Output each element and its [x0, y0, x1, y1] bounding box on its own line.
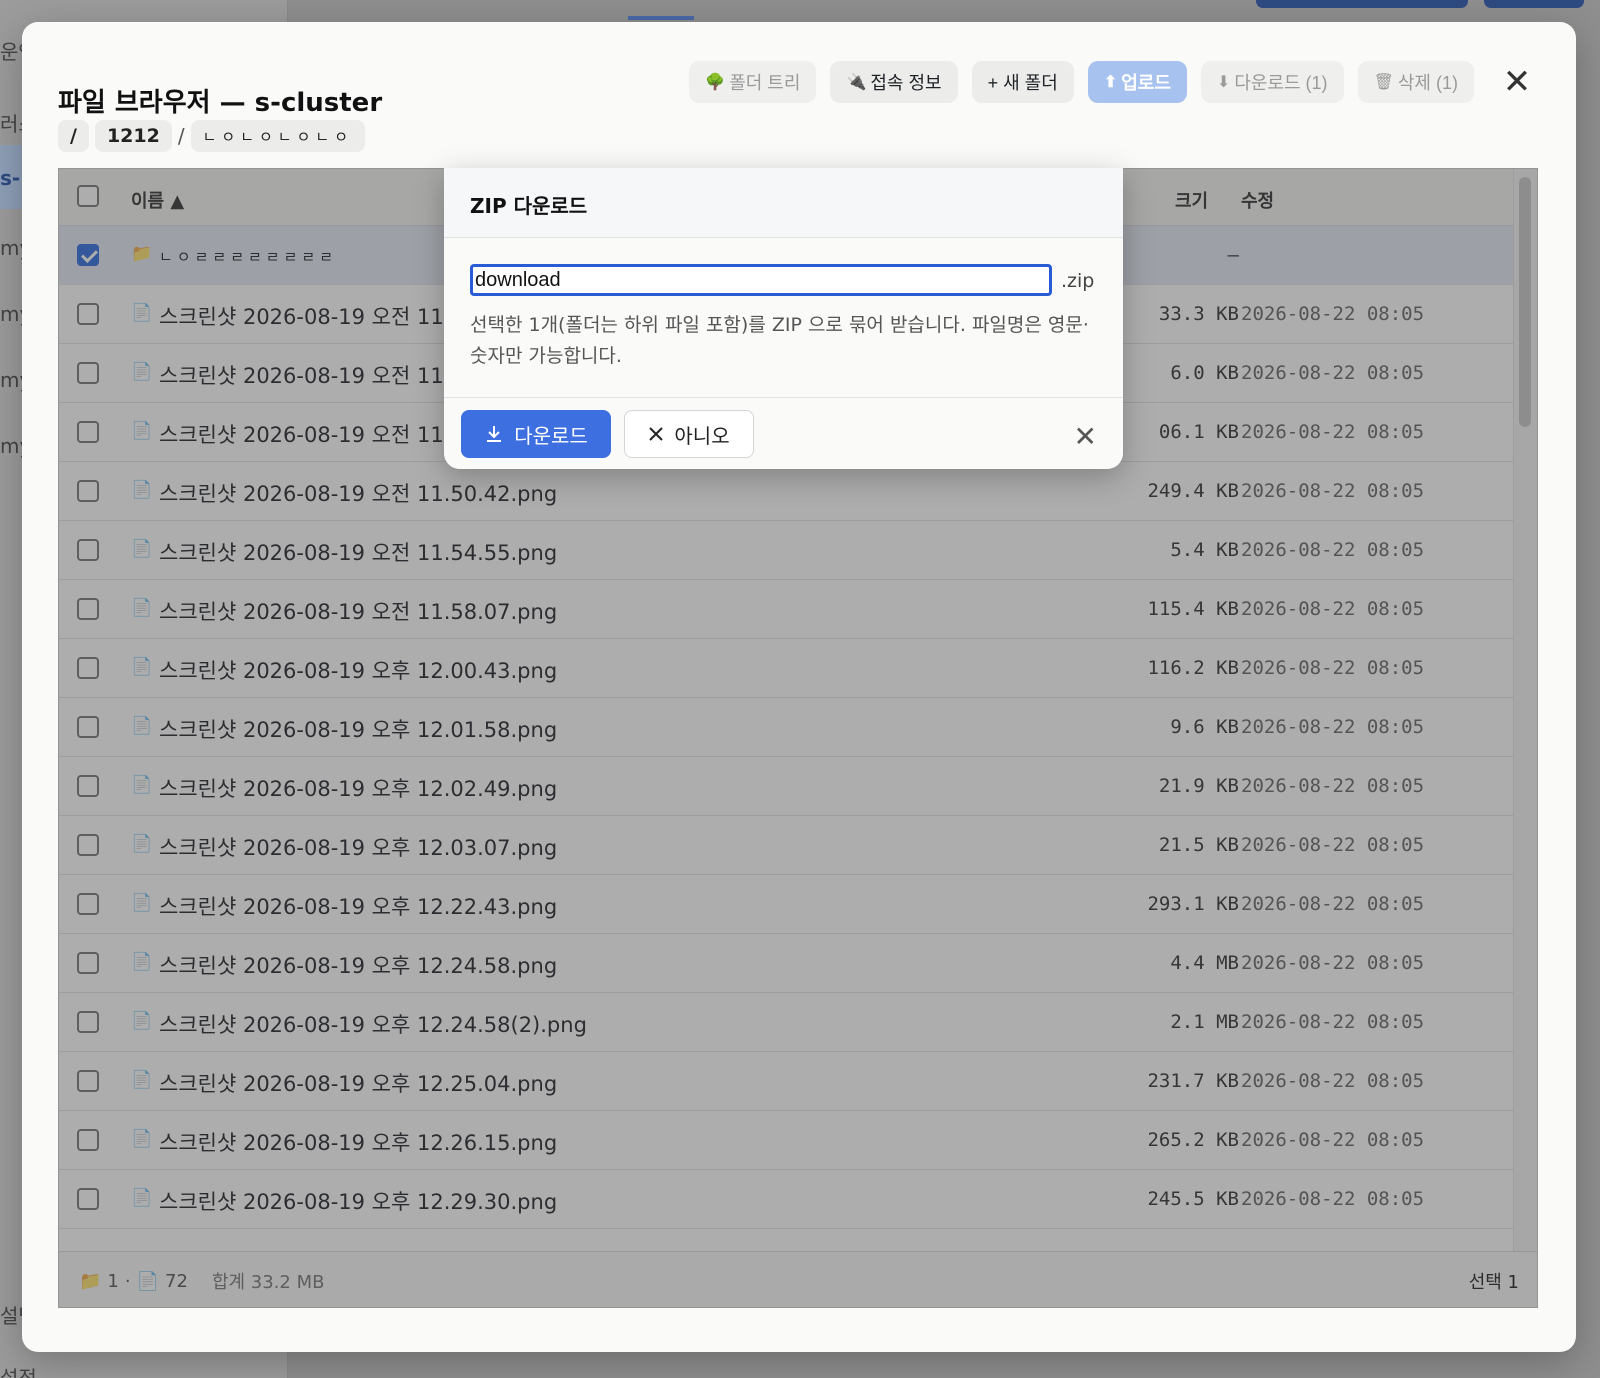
trash-icon: 🗑 — [1373, 74, 1394, 91]
zip-download-dialog: ZIP 다운로드 .zip 선택한 1개(폴더는 하위 파일 포함)를 ZIP … — [444, 168, 1123, 469]
folder-tree-button[interactable]: 🌳 폴더 트리 — [689, 61, 817, 103]
new-folder-button[interactable]: + 새 폴더 — [971, 61, 1074, 103]
background-sidebar-text: 설정 — [0, 1366, 37, 1378]
breadcrumb-separator: / — [177, 124, 185, 148]
toolbar: 🌳 폴더 트리 🔌 접속 정보 + 새 폴더 ⬆ 업로드 ⬇ 다운로드 (1) … — [689, 60, 1536, 104]
upload-arrow-icon: ⬆ — [1103, 74, 1118, 91]
download-arrow-icon: ⬇ — [1216, 74, 1231, 91]
download-icon — [487, 426, 502, 442]
delete-button[interactable]: 🗑 삭제 (1) — [1357, 61, 1474, 103]
background-top-button — [1484, 0, 1584, 8]
close-icon — [649, 427, 664, 441]
dialog-description: 선택한 1개(폴더는 하위 파일 포함)를 ZIP 으로 묶어 받습니다. 파일… — [470, 314, 1089, 367]
background-sidebar-text: s- — [0, 166, 21, 190]
download-button[interactable]: ⬇ 다운로드 (1) — [1200, 61, 1344, 103]
plug-icon: 🔌 — [846, 74, 867, 91]
dialog-header: ZIP 다운로드 — [444, 168, 1123, 238]
dialog-footer: 다운로드 아니오 ✕ — [444, 397, 1123, 469]
confirm-download-label: 다운로드 — [514, 425, 588, 448]
close-icon[interactable]: ✕ — [1498, 61, 1536, 103]
background-top-button — [1256, 0, 1468, 8]
modal-title: 파일 브라우저 — s-cluster — [58, 88, 383, 118]
upload-label: 업로드 — [1121, 73, 1171, 93]
zip-filename-input[interactable] — [470, 264, 1052, 296]
zip-extension-label: .zip — [1061, 270, 1095, 292]
upload-button[interactable]: ⬆ 업로드 — [1087, 61, 1187, 103]
confirm-download-button[interactable]: 다운로드 — [461, 410, 611, 458]
connection-info-label: 접속 정보 — [870, 73, 942, 93]
breadcrumb: / 1212 / ㄴㅇㄴㅇㄴㅇㄴㅇ — [58, 120, 365, 152]
new-folder-label: + 새 폴더 — [987, 73, 1058, 93]
dialog-close-icon[interactable]: ✕ — [1074, 420, 1097, 453]
background-tab-indicator — [628, 16, 694, 20]
delete-label: 삭제 (1) — [1397, 73, 1458, 93]
download-label: 다운로드 (1) — [1234, 73, 1328, 93]
breadcrumb-current[interactable]: ㄴㅇㄴㅇㄴㅇㄴㅇ — [190, 120, 365, 152]
breadcrumb-item[interactable]: 1212 — [94, 120, 172, 152]
cancel-label: 아니오 — [674, 425, 730, 448]
cancel-button[interactable]: 아니오 — [624, 410, 754, 458]
folder-tree-label: 폴더 트리 — [729, 73, 801, 93]
connection-info-button[interactable]: 🔌 접속 정보 — [830, 61, 958, 103]
dialog-title: ZIP 다운로드 — [470, 194, 588, 218]
breadcrumb-root[interactable]: / — [58, 120, 89, 152]
tree-icon: 🌳 — [705, 74, 726, 91]
